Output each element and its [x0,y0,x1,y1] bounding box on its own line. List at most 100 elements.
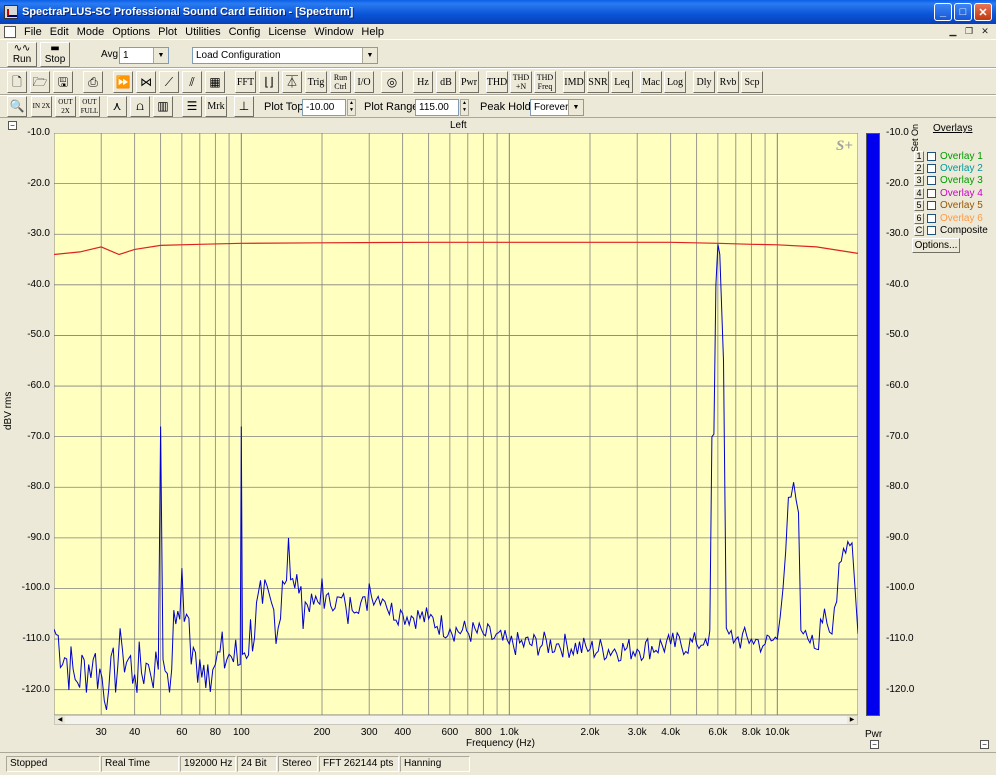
print-icon[interactable]: ⎙ [83,71,103,93]
reverb-button[interactable]: Rvb [717,71,739,93]
overlay-checkbox[interactable] [927,151,936,161]
overlay-checkbox[interactable] [927,163,936,173]
menu-edit[interactable]: Edit [46,26,73,38]
scroll-right-icon[interactable]: ▶ [847,716,857,724]
run-control-button[interactable]: Run Ctrl [330,71,351,93]
cursor-icon[interactable]: ⊥ [234,96,254,117]
power-button[interactable]: Pwr [459,71,479,93]
window-title: SpectraPLUS-SC Professional Sound Card E… [22,6,354,18]
collapse-overlays-icon[interactable]: − [980,740,989,749]
plot-range-input[interactable]: 115.00 [415,99,459,116]
leq-button[interactable]: Leq [611,71,633,93]
collapse-meter-icon[interactable]: − [870,740,879,749]
power-meter-bar [866,133,880,716]
bracket-icon[interactable]: ⌊⌋ [259,71,279,93]
app-icon[interactable] [4,5,18,19]
close-button[interactable]: ✕ [974,3,992,21]
overlay-set-button[interactable]: 4 [914,187,924,199]
menu-mode[interactable]: Mode [73,26,109,38]
status-window: Hanning [400,756,470,772]
overlay-set-button[interactable]: 5 [914,200,924,212]
db-button[interactable]: dB [436,71,456,93]
overlay-options-button[interactable]: Options... [912,238,960,253]
log-button[interactable]: Log [664,71,686,93]
hz-button[interactable]: Hz [413,71,433,93]
x-tick-label: 10.0k [765,727,790,738]
octave-icon[interactable]: ⩍ [130,96,150,117]
peak-hold-select[interactable]: Forever ▼ [530,99,584,116]
configuration-select[interactable]: Load Configuration ▼ [192,47,378,64]
menu-help[interactable]: Help [357,26,388,38]
open-folder-icon[interactable]: 🗁 [30,71,50,93]
overlay-set-button[interactable]: C [914,224,924,236]
overlay-checkbox[interactable] [927,225,936,235]
menu-utilities[interactable]: Utilities [181,26,224,38]
io-button[interactable]: I/O [354,71,374,93]
peak-icon[interactable]: ⋏ [107,96,127,117]
stop-button[interactable]: ▬ Stop [40,42,70,67]
zoom-out-2x-button[interactable]: OUT 2X [55,96,76,117]
save-icon[interactable]: 🖫 [53,71,73,93]
y-tick-label: -10.0 [27,127,50,138]
filter-icon[interactable]: ⏄ [282,71,302,93]
power-meter-label: Pwr [865,729,883,740]
marker-button[interactable]: Mrk [205,96,227,117]
plot-top-spinner[interactable]: ▲ ▼ [347,99,356,116]
overlay-checkbox[interactable] [927,176,936,186]
run-button[interactable]: ∿∿ Run [7,42,37,67]
document-icon[interactable] [4,25,16,38]
overlay-checkbox[interactable] [927,201,936,211]
trigger-button[interactable]: Trig [305,71,327,93]
overlay-row: 3 Overlay 3 [914,175,983,187]
waveform-edit-icon[interactable]: ⋈ [136,71,156,93]
menu-file[interactable]: File [20,26,46,38]
maximize-button[interactable]: □ [954,3,972,21]
mdi-minimize-icon[interactable]: ▁ [946,25,960,38]
menu-plot[interactable]: Plot [154,26,181,38]
mdi-close-icon[interactable]: ✕ [978,25,992,38]
ramp-icon[interactable]: ⟋ [159,71,179,93]
zoom-in-2x-button[interactable]: IN 2X [31,96,52,117]
thd-button[interactable]: THD [486,71,508,93]
overlay-checkbox[interactable] [927,188,936,198]
spectrum-plot[interactable]: S+ [54,133,858,715]
bar-graph-icon[interactable]: ▥ [153,96,173,117]
y-tick-label-right: -110.0 [886,633,914,644]
overlay-set-button[interactable]: 2 [914,162,924,174]
mdi-restore-icon[interactable]: ❐ [962,25,976,38]
spectrogram-icon[interactable]: ▦ [205,71,225,93]
zoom-icon[interactable]: 🔍 [7,96,27,117]
delay-button[interactable]: Dly [693,71,715,93]
overlay-set-button[interactable]: 6 [914,212,924,224]
plot-horizontal-scrollbar[interactable]: ◀ ▶ [54,715,858,725]
chevron-down-icon: ▼ [568,100,583,115]
avg-select[interactable]: 1 ▼ [119,47,169,64]
status-mode: Real Time [101,756,179,772]
slope-icon[interactable]: ⫽ [182,71,202,93]
overlay-row: C Composite [914,224,988,236]
plot-top-input[interactable]: -10.00 [302,99,346,116]
fft-button[interactable]: FFT [235,71,256,93]
menu-config[interactable]: Config [225,26,265,38]
menu-options[interactable]: Options [108,26,154,38]
list-icon[interactable]: ☰ [182,96,202,117]
overlay-set-button[interactable]: 1 [914,150,924,162]
thd-freq-button[interactable]: THD Freq [534,71,556,93]
new-file-icon[interactable]: 🗋 [7,71,27,93]
overlay-checkbox[interactable] [927,213,936,223]
snr-button[interactable]: SNR [587,71,609,93]
overlay-set-button[interactable]: 3 [914,175,924,187]
menu-license[interactable]: License [264,26,310,38]
menu-window[interactable]: Window [310,26,357,38]
plot-range-spinner[interactable]: ▲ ▼ [460,99,469,116]
macro-button[interactable]: Mac [640,71,662,93]
minimize-button[interactable]: _ [934,3,952,21]
thd-n-button[interactable]: THD +N [510,71,532,93]
generator-icon[interactable]: ◎ [381,71,403,93]
zoom-out-full-button[interactable]: OUT FULL [79,96,100,117]
scope-button[interactable]: Scp [741,71,763,93]
scroll-left-icon[interactable]: ◀ [55,716,65,724]
imd-button[interactable]: IMD [563,71,585,93]
fast-forward-icon[interactable]: ⏩ [113,71,133,93]
y-tick-label-right: -50.0 [886,329,909,341]
